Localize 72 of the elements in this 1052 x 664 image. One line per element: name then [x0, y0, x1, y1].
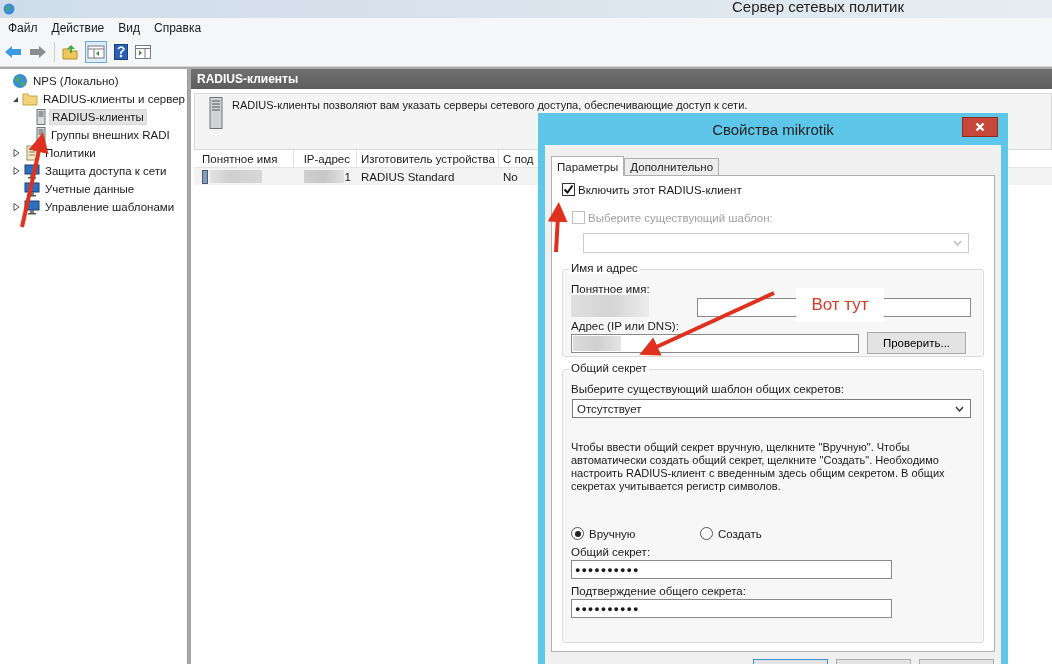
menu-item[interactable]: Действие: [51, 21, 105, 35]
forward-icon[interactable]: [29, 45, 47, 59]
field-label: Общий секрет:: [571, 546, 652, 558]
secret-field[interactable]: ●●●●●●●●●●: [571, 560, 892, 579]
collapse-arrow-icon[interactable]: [12, 95, 19, 103]
confirm-secret-field[interactable]: ●●●●●●●●●●: [571, 599, 892, 618]
panel-header: RADIUS-клиенты: [191, 69, 1052, 89]
help-text: Чтобы ввести общий секрет вручную, щелкните "Вручную". Чтобы автоматически создать общий секрет, щелкните "Создать". Необходимо настроить RADIUS-клиент с введенным здесь общим секретом. В общих секретах учитывается регистр символов.: [571, 441, 946, 493]
tree-item[interactable]: Управление шаблонами: [43, 200, 177, 214]
verify-button[interactable]: Проверить...: [867, 332, 966, 354]
field-label: Адрес (IP или DNS):: [571, 320, 680, 332]
tree-item[interactable]: Защита доступа к сети: [43, 164, 169, 178]
group-title: Общий секрет: [569, 362, 649, 374]
field-label: Выберите существующий шаблон общих секретов:: [571, 383, 846, 395]
redacted-area: [573, 335, 621, 351]
server-icon: [36, 109, 46, 125]
table-cell-text: No: [502, 169, 519, 185]
help-icon[interactable]: [114, 44, 128, 60]
folder-icon: [22, 92, 38, 106]
tree-item[interactable]: Учетные данные: [43, 182, 137, 196]
window-title: Сервер сетевых политик: [732, 0, 905, 15]
expand-arrow-icon[interactable]: [13, 203, 20, 211]
console-tree-icon[interactable]: [85, 41, 107, 63]
field-label: Понятное имя:: [571, 283, 651, 295]
radio-button[interactable]: [700, 527, 713, 540]
server-icon: [36, 127, 46, 143]
tree-item[interactable]: RADIUS-клиенты и сервер: [41, 92, 187, 106]
close-button[interactable]: [962, 117, 998, 137]
radio-label[interactable]: Создать: [718, 527, 762, 540]
monitor-icon: [24, 199, 40, 215]
redacted-area: [210, 170, 262, 183]
description-text: RADIUS-клиенты позволяют вам указать серверы сетевого доступа, обеспечивающие доступ к сети.: [232, 98, 748, 111]
tab[interactable]: Дополнительно: [624, 158, 720, 175]
expand-arrow-icon[interactable]: [13, 167, 20, 175]
group-title: Имя и адрес: [569, 262, 640, 274]
column-header[interactable]: IP-адрес: [294, 150, 357, 167]
radio-label[interactable]: Вручную: [589, 527, 636, 540]
back-icon[interactable]: [4, 45, 22, 59]
redacted-area: [303, 170, 344, 183]
address-field[interactable]: [571, 333, 859, 353]
menu-item[interactable]: Справка: [154, 21, 202, 35]
menu-item[interactable]: Вид: [118, 21, 140, 35]
server-icon: [202, 169, 208, 184]
menu-item[interactable]: Файл: [8, 21, 38, 35]
monitor-icon: [24, 163, 40, 179]
scroll-icon: [24, 145, 40, 161]
tree-item[interactable]: Политики: [43, 146, 98, 160]
tree-item[interactable]: Группы внешних RADI: [49, 128, 172, 142]
checkbox-label[interactable]: Включить этот RADIUS-клиент: [578, 183, 742, 196]
column-header[interactable]: Изготовитель устройства: [357, 150, 499, 167]
expand-arrow-icon[interactable]: [13, 149, 20, 157]
column-header[interactable]: Понятное имя: [194, 150, 294, 167]
secret-template-dropdown[interactable]: Отсутствует: [572, 399, 971, 418]
field-label: Подтверждение общего секрета:: [571, 585, 747, 597]
globe-icon: [12, 73, 28, 89]
callout-label: Вот тут: [796, 288, 884, 322]
monitor-icon: [24, 181, 40, 197]
tree-item[interactable]: NPS (Локально): [31, 74, 121, 88]
checkbox[interactable]: [562, 183, 575, 196]
checkmark-icon: [563, 184, 574, 195]
folder-up-icon[interactable]: [62, 44, 78, 60]
action-pane-icon[interactable]: [135, 45, 151, 59]
app-icon: [2, 3, 16, 15]
server-icon: [209, 97, 223, 129]
tree-item[interactable]: RADIUS-клиенты: [49, 109, 147, 125]
table-cell: 1: [344, 170, 351, 183]
tab[interactable]: Параметры: [551, 156, 625, 176]
annotation-arrow: [547, 202, 568, 253]
radio-button[interactable]: [571, 527, 584, 540]
table-cell-text: RADIUS Standard: [360, 169, 456, 185]
close-icon: [975, 122, 985, 132]
dialog-title: Свойства mikrotik: [712, 120, 834, 138]
